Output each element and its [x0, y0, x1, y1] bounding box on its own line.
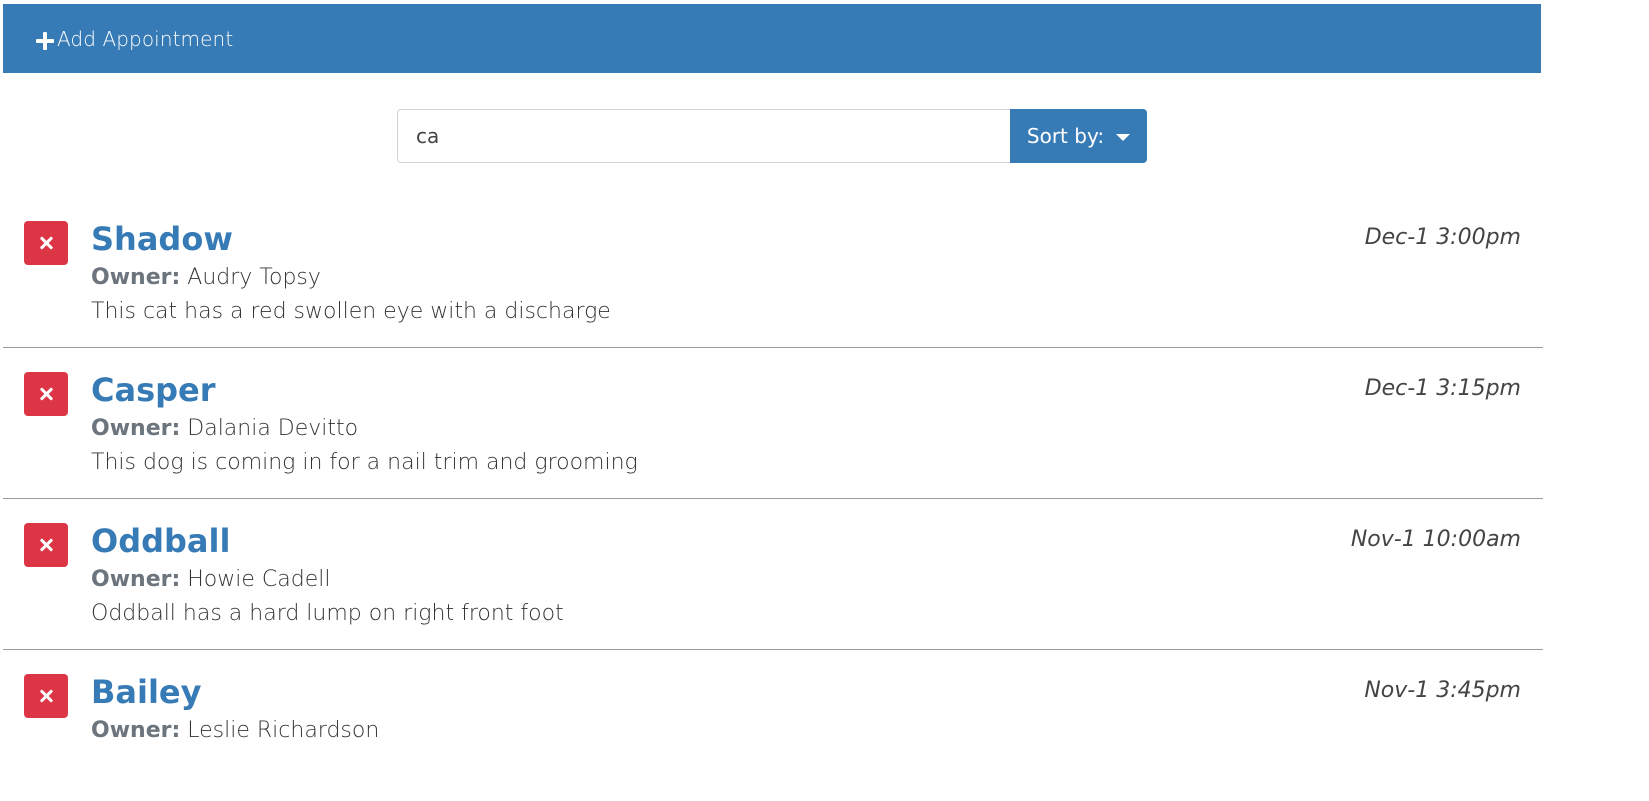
- appointment-item: Bailey Nov-1 3:45pm Owner: Leslie Richar…: [3, 650, 1543, 801]
- owner-name: Audry Topsy: [187, 265, 321, 290]
- delete-appointment-button[interactable]: [24, 523, 68, 567]
- owner-label: Owner:: [91, 265, 181, 290]
- sort-dropdown-button[interactable]: Sort by:: [1010, 109, 1147, 163]
- owner-label: Owner:: [91, 567, 181, 592]
- appointment-item: Shadow Dec-1 3:00pm Owner: Audry Topsy T…: [3, 197, 1543, 348]
- sort-label: Sort by:: [1026, 124, 1105, 148]
- search-input[interactable]: [397, 109, 1010, 163]
- appointment-date: Nov-1 10:00am: [1350, 527, 1521, 552]
- close-icon: [39, 387, 53, 401]
- owner-line: Owner: Audry Topsy: [91, 263, 321, 293]
- caret-down-icon: [1116, 133, 1131, 141]
- delete-appointment-button[interactable]: [24, 372, 68, 416]
- delete-appointment-button[interactable]: [24, 674, 68, 718]
- appointment-date: Dec-1 3:00pm: [1364, 225, 1521, 250]
- delete-appointment-button[interactable]: [24, 221, 68, 265]
- appointment-date: Nov-1 3:45pm: [1364, 678, 1521, 703]
- appointment-item: Casper Dec-1 3:15pm Owner: Dalania Devit…: [3, 348, 1543, 499]
- appointment-list: Shadow Dec-1 3:00pm Owner: Audry Topsy T…: [3, 197, 1543, 801]
- close-icon: [39, 689, 53, 703]
- pet-name[interactable]: Shadow: [91, 217, 233, 261]
- add-appointment-bar[interactable]: Add Appointment: [3, 4, 1541, 73]
- appointment-notes: This dog is coming in for a nail trim an…: [91, 450, 638, 475]
- appointment-notes: Oddball has a hard lump on right front f…: [91, 601, 564, 626]
- owner-line: Owner: Howie Cadell: [91, 565, 330, 595]
- plus-icon: [35, 31, 55, 51]
- owner-name: Dalania Devitto: [187, 416, 359, 441]
- owner-line: Owner: Leslie Richardson: [91, 716, 379, 746]
- appointment-date: Dec-1 3:15pm: [1364, 376, 1521, 401]
- owner-name: Leslie Richardson: [187, 718, 380, 743]
- close-icon: [39, 236, 53, 250]
- pet-name[interactable]: Casper: [91, 368, 216, 412]
- appointment-item: Oddball Nov-1 10:00am Owner: Howie Cadel…: [3, 499, 1543, 650]
- owner-label: Owner:: [91, 718, 181, 743]
- owner-line: Owner: Dalania Devitto: [91, 414, 358, 444]
- pet-name[interactable]: Oddball: [91, 519, 230, 563]
- add-appointment-label: Add Appointment: [57, 26, 234, 51]
- owner-name: Howie Cadell: [187, 567, 331, 592]
- owner-label: Owner:: [91, 416, 181, 441]
- pet-name[interactable]: Bailey: [91, 670, 201, 714]
- close-icon: [39, 538, 53, 552]
- search-bar: Sort by:: [397, 109, 1147, 163]
- appointment-notes: This cat has a red swollen eye with a di…: [91, 299, 611, 324]
